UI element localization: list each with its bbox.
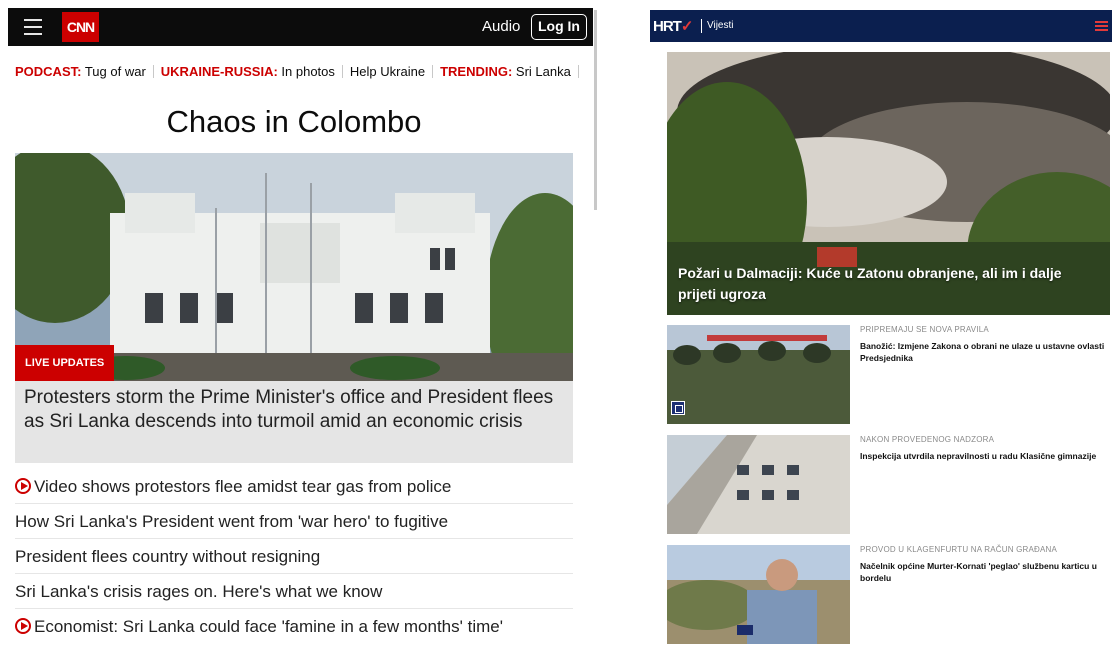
audio-link[interactable]: Audio [482,8,520,46]
news-title[interactable]: Banožić: Izmjene Zakona o obrani ne ulaz… [860,340,1110,364]
scrollbar[interactable] [594,10,597,210]
news-title[interactable]: Inspekcija utvrdila nepravilnosti u radu… [860,450,1110,462]
related-link-item[interactable]: How Sri Lanka's President went from 'war… [15,504,573,539]
gallery-icon [671,401,685,415]
divider [152,65,154,78]
hrt-logo[interactable]: HRT✓ [653,17,693,35]
news-list-item[interactable]: NAKON PROVEDENOG NADZORA Inspekcija utvr… [667,435,1110,534]
hrt-top-bar: HRT✓ Vijesti [650,10,1112,42]
news-kicker: NAKON PROVEDENOG NADZORA [860,435,995,444]
hero-story-title[interactable]: Požari u Dalmaciji: Kuće u Zatonu obranj… [678,263,1098,305]
section-label[interactable]: Vijesti [707,18,734,34]
divider [577,65,579,78]
related-link-item[interactable]: President flees country without resignin… [15,539,573,574]
trending-item-help-ukraine[interactable]: Help Ukraine [350,64,425,79]
play-video-icon [15,618,31,634]
hero-story[interactable]: Požari u Dalmaciji: Kuće u Zatonu obranj… [667,52,1110,315]
cnn-panel: CNN Audio Log In PODCAST: Tug of war UKRA… [0,0,598,647]
live-updates-badge: LIVE UPDATES [15,345,115,381]
hero-story[interactable]: LIVE UPDATES Protesters storm the Prime … [15,153,573,463]
related-links-list: Video shows protestors flee amidst tear … [15,469,573,644]
related-link-item[interactable]: Video shows protestors flee amidst tear … [15,469,573,504]
cnn-top-bar: CNN Audio Log In [8,8,593,46]
news-kicker: PRIPREMAJU SE NOVA PRAVILA [860,325,989,334]
trending-item-sri-lanka[interactable]: TRENDING: Sri Lanka [440,64,571,79]
news-list-item[interactable]: PRIPREMAJU SE NOVA PRAVILA Banožić: Izmj… [667,325,1110,424]
cnn-logo[interactable]: CNN [62,12,99,42]
related-link-item[interactable]: Sri Lanka's crisis rages on. Here's what… [15,574,573,609]
divider [432,65,434,78]
login-button[interactable]: Log In [531,14,587,40]
trending-item-ukraine-russia[interactable]: UKRAINE-RUSSIA: In photos [161,64,335,79]
news-list-item[interactable]: PROVOD U KLAGENFURTU NA RAČUN GRAĐANA Na… [667,545,1110,644]
news-thumbnail [667,435,850,534]
related-link-item[interactable]: Economist: Sri Lanka could face 'famine … [15,609,573,644]
divider [341,65,343,78]
news-title[interactable]: Načelnik općine Murter-Kornati 'peglao' … [860,560,1110,584]
hrt-panel: HRT✓ Vijesti Požari u Dalmaciji: Kuće u … [650,10,1112,644]
trending-item-podcast[interactable]: PODCAST: Tug of war [15,64,146,79]
hero-story-title[interactable]: Protesters storm the Prime Minister's of… [15,381,573,463]
hamburger-menu-icon[interactable] [24,19,42,35]
divider [701,19,702,33]
trending-bar: PODCAST: Tug of war UKRAINE-RUSSIA: In ph… [15,64,590,79]
news-thumbnail [667,325,850,424]
hamburger-menu-icon[interactable] [1095,21,1108,32]
section-headline[interactable]: Chaos in Colombo [0,104,588,140]
news-kicker: PROVOD U KLAGENFURTU NA RAČUN GRAĐANA [860,545,1058,554]
news-thumbnail [667,545,850,644]
play-video-icon [15,478,31,494]
